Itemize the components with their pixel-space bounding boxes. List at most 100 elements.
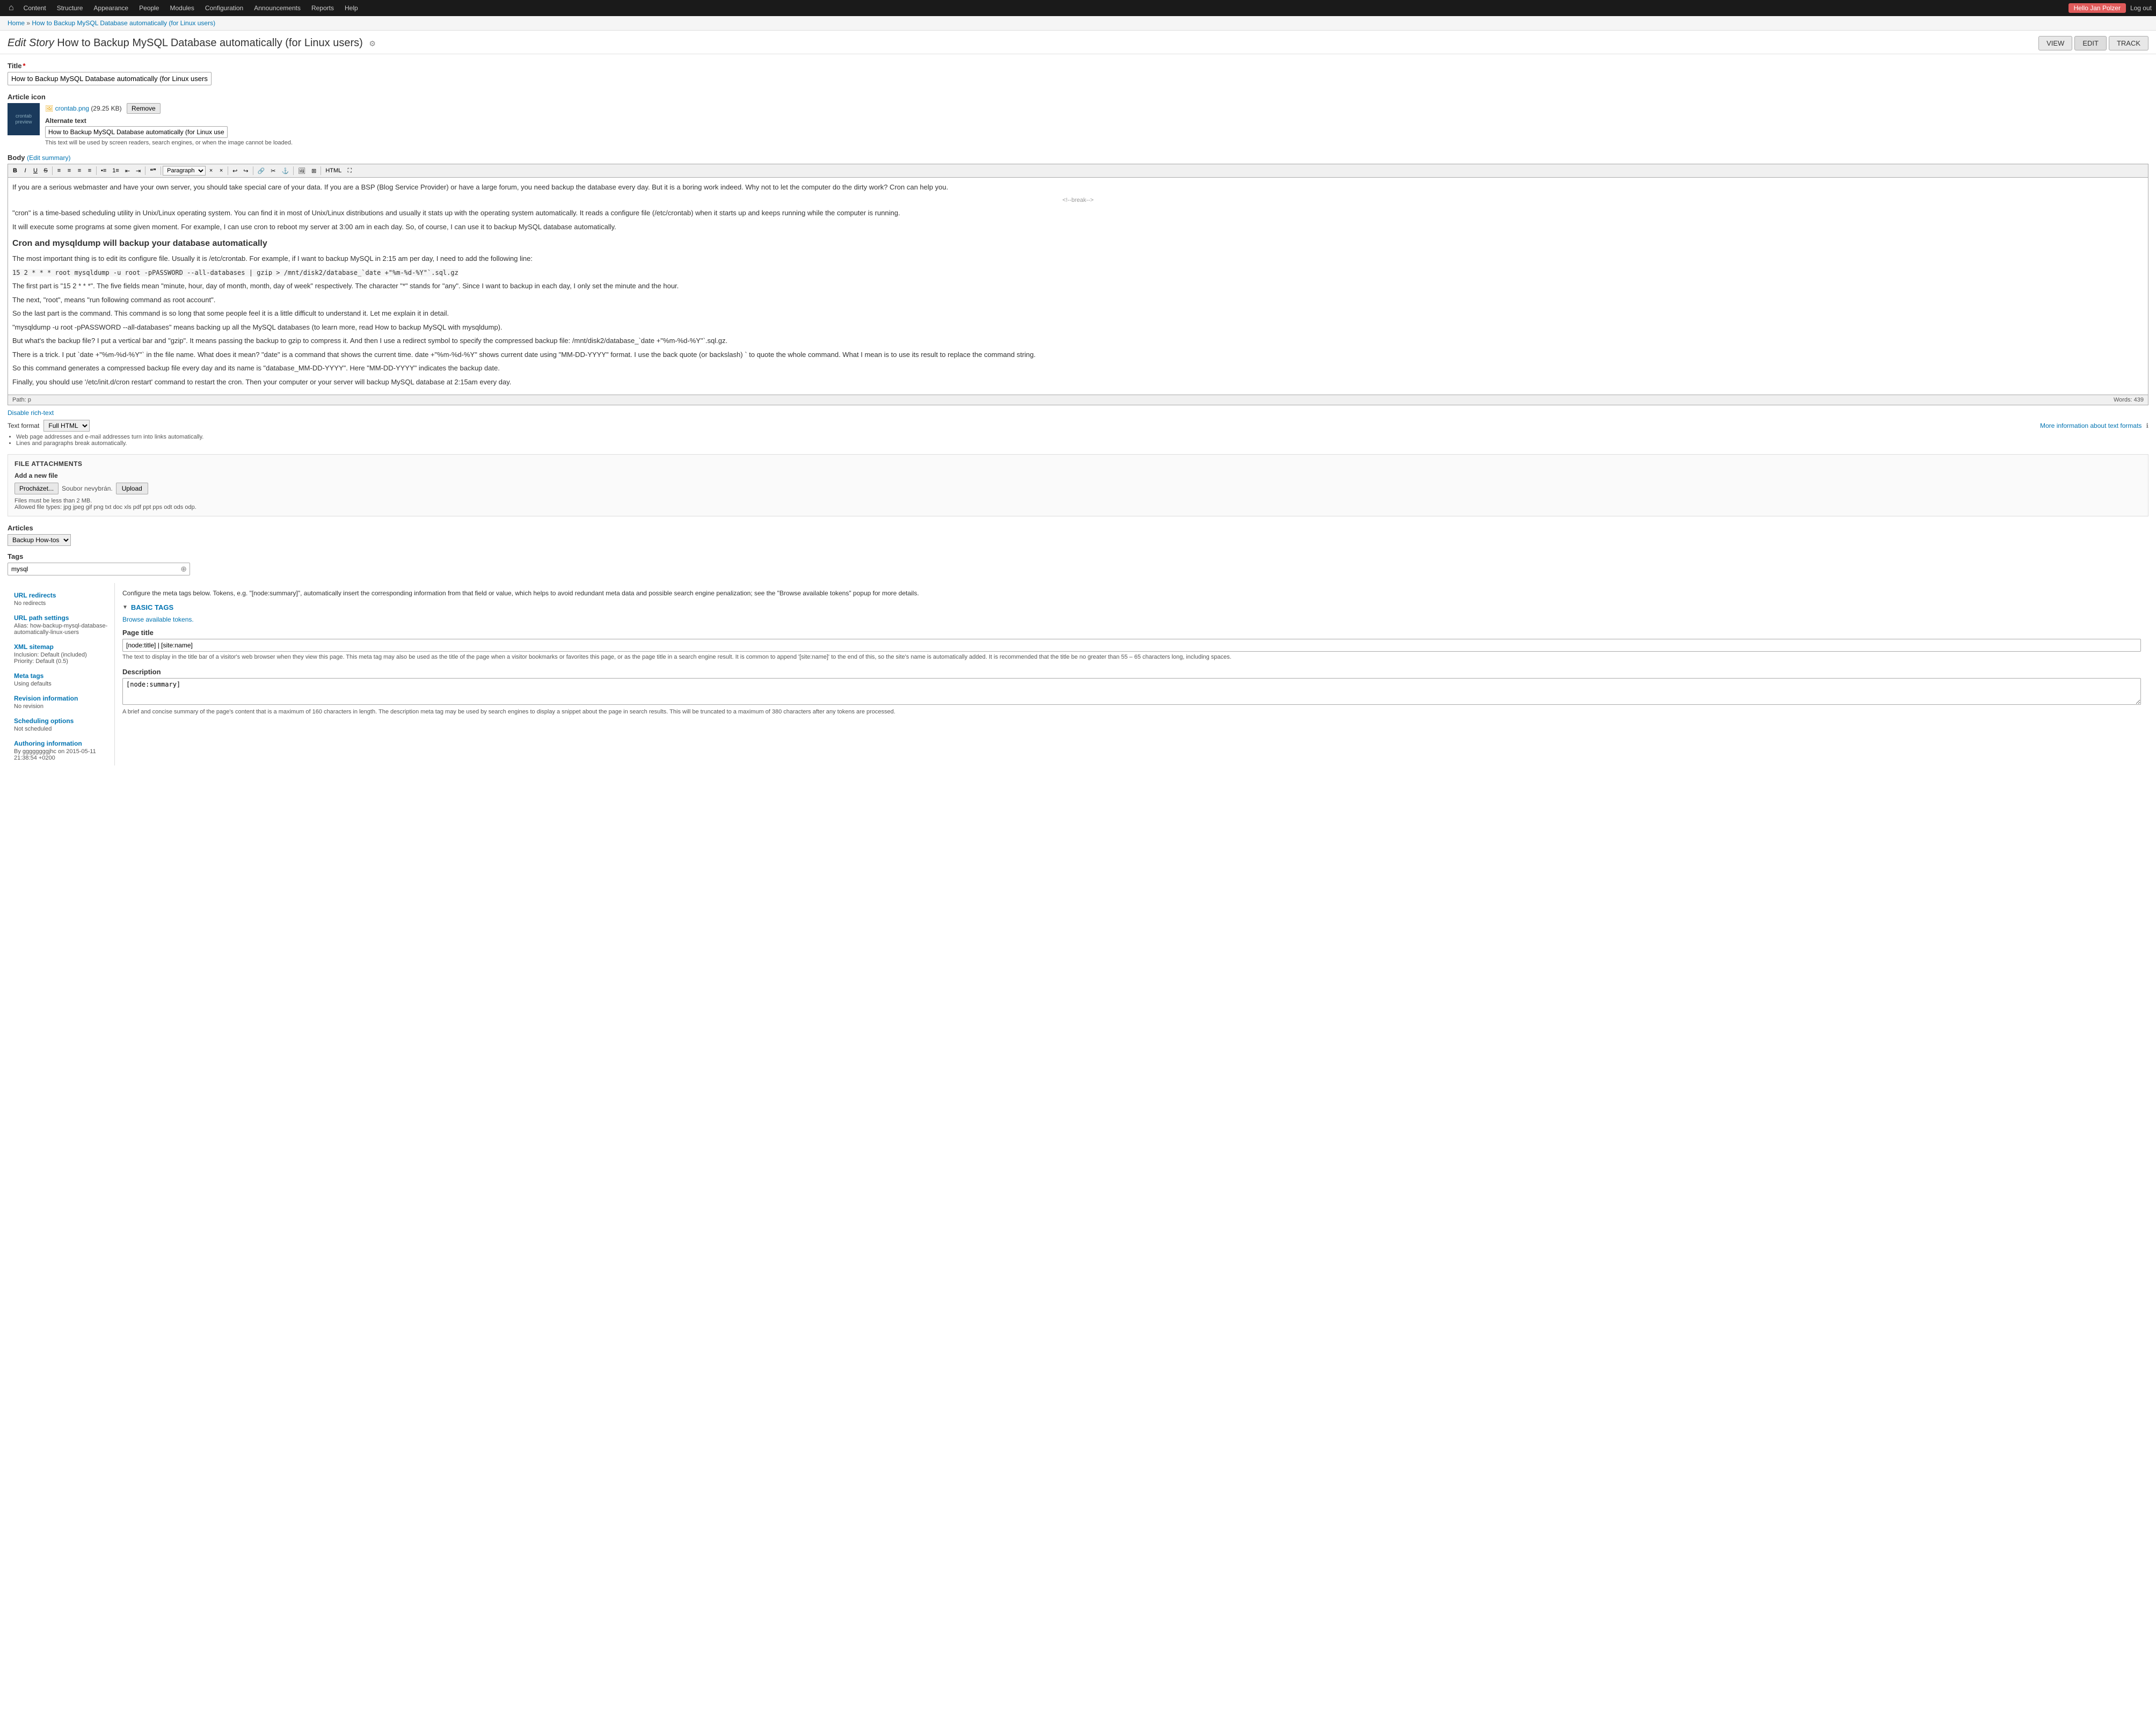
ol-btn[interactable]: 1≡ [110, 166, 122, 175]
browse-tokens-link[interactable]: Browse available tokens. [122, 616, 2141, 623]
image-btn[interactable]: 🖼 [295, 166, 308, 176]
format-hints: Web page addresses and e-mail addresses … [8, 434, 2148, 447]
home-nav-icon[interactable]: ⌂ [4, 3, 18, 13]
align-left-btn[interactable]: ≡ [54, 166, 64, 175]
icon-info: 🖼 crontab.png (29.25 KB) Remove Alternat… [45, 103, 293, 146]
underline-btn[interactable]: U [31, 166, 40, 175]
close-x2-btn[interactable]: × [216, 166, 226, 175]
breadcrumb: Home » How to Backup MySQL Database auto… [0, 16, 2156, 31]
nav-item-people[interactable]: People [134, 0, 164, 16]
tags-input[interactable] [8, 563, 190, 575]
url-path-settings-link[interactable]: URL path settings [14, 614, 108, 622]
view-button[interactable]: VIEW [2038, 36, 2072, 50]
editor-footer: Path: p Words: 439 [8, 395, 2148, 405]
page-title: Edit Story How to Backup MySQL Database … [8, 37, 376, 49]
anchor-btn[interactable]: ⚓ [279, 166, 292, 176]
basic-tags-toggle[interactable]: ▼ BASIC TAGS [122, 603, 2141, 611]
scheduling-options-link[interactable]: Scheduling options [14, 717, 108, 725]
breadcrumb-home[interactable]: Home [8, 19, 25, 27]
sidebar-scheduling-options: Scheduling options Not scheduled [8, 714, 114, 735]
authoring-information-link[interactable]: Authoring information [14, 740, 108, 747]
icon-preview: crontabpreview [8, 103, 40, 135]
nav-item-announcements[interactable]: Announcements [249, 0, 306, 16]
remove-icon-button[interactable]: Remove [127, 103, 161, 114]
text-format-select[interactable]: Full HTML [43, 420, 90, 432]
config-icon[interactable]: ⚙ [369, 39, 376, 48]
edit-button[interactable]: EDIT [2074, 36, 2107, 50]
source-btn[interactable]: HTML [323, 166, 344, 175]
align-right-btn[interactable]: ≡ [75, 166, 84, 175]
required-star: * [23, 62, 26, 70]
disable-richtext-link[interactable]: Disable rich-text [8, 409, 54, 417]
ul-btn[interactable]: •≡ [98, 166, 109, 175]
align-center-btn[interactable]: ≡ [64, 166, 74, 175]
more-info-link[interactable]: More information about text formats [2040, 422, 2142, 429]
description-meta-textarea[interactable]: [node:summary] [122, 678, 2141, 705]
alt-text-input[interactable] [45, 126, 228, 138]
unlink-btn[interactable]: ✂ [268, 166, 278, 176]
title-field-group: Title* [8, 62, 2148, 85]
page-title-meta-label: Page title [122, 629, 2141, 637]
bottom-area: URL redirects No redirects URL path sett… [8, 583, 2148, 766]
sidebar-meta-tags: Meta tags Using defaults [8, 669, 114, 690]
article-icon-area: crontabpreview 🖼 crontab.png (29.25 KB) … [8, 103, 2148, 146]
upload-button[interactable]: Upload [116, 483, 148, 494]
blockquote-btn[interactable]: ❝❞ [147, 166, 159, 176]
nav-item-help[interactable]: Help [339, 0, 363, 16]
sidebar-url-redirects: URL redirects No redirects [8, 588, 114, 610]
logout-link[interactable]: Log out [2130, 4, 2152, 12]
page-title-meta-hint: The text to display in the title bar of … [122, 653, 2141, 661]
strikethrough-btn[interactable]: S [41, 166, 50, 175]
triangle-icon: ▼ [122, 604, 128, 610]
outdent-btn[interactable]: ⇤ [122, 166, 133, 176]
sidebar-url-path-settings: URL path settings Alias: how-backup-mysq… [8, 611, 114, 639]
indent-btn[interactable]: ⇥ [133, 166, 143, 176]
link-btn[interactable]: 🔗 [255, 166, 268, 176]
nav-item-appearance[interactable]: Appearance [88, 0, 134, 16]
body-para-2: "cron" is a time-based scheduling utilit… [12, 208, 2144, 218]
editor-body[interactable]: If you are a serious webmaster and have … [8, 177, 2148, 395]
close-x-btn[interactable]: × [206, 166, 216, 175]
nav-item-reports[interactable]: Reports [306, 0, 339, 16]
nav-item-modules[interactable]: Modules [164, 0, 199, 16]
articles-section: Articles Backup How-tos [8, 524, 2148, 546]
italic-btn[interactable]: I [20, 166, 30, 175]
file-type-hint: Allowed file types: jpg jpeg gif png txt… [14, 504, 2142, 511]
xml-sitemap-value: Inclusion: Default (included) Priority: … [14, 652, 108, 665]
body-para-3: It will execute some programs at some gi… [12, 222, 2144, 232]
paragraph-format-select[interactable]: Paragraph [163, 166, 206, 176]
browse-button[interactable]: Procházet... [14, 483, 59, 494]
body-heading: Cron and mysqldump will backup your data… [12, 237, 2144, 250]
title-input[interactable] [8, 72, 212, 85]
table-btn[interactable]: ⊞ [309, 166, 319, 176]
file-attachments-section: FILE ATTACHMENTS Add a new file Procháze… [8, 454, 2148, 516]
page-header: Edit Story How to Backup MySQL Database … [0, 31, 2156, 54]
url-redirects-link[interactable]: URL redirects [14, 592, 108, 599]
articles-select[interactable]: Backup How-tos [8, 534, 71, 546]
page-title-meta-input[interactable] [122, 639, 2141, 652]
file-attachments-title: FILE ATTACHMENTS [14, 460, 2142, 468]
redo-btn[interactable]: ↪ [241, 166, 251, 176]
article-icon-group: Article icon crontabpreview 🖼 crontab.pn… [8, 93, 2148, 146]
nav-right: Hello Jan Polzer Log out [2068, 3, 2152, 13]
nav-item-configuration[interactable]: Configuration [200, 0, 249, 16]
bold-btn[interactable]: B [10, 166, 20, 175]
top-navigation: ⌂ Content Structure Appearance People Mo… [0, 0, 2156, 16]
alt-text-label: Alternate text [45, 117, 293, 125]
fullscreen-btn[interactable]: ⛶ [345, 166, 354, 176]
track-button[interactable]: TRACK [2109, 36, 2148, 50]
xml-sitemap-link[interactable]: XML sitemap [14, 643, 108, 651]
meta-tags-value: Using defaults [14, 681, 108, 687]
undo-btn[interactable]: ↩ [230, 166, 240, 176]
meta-tags-link[interactable]: Meta tags [14, 672, 108, 680]
file-hints: Files must be less than 2 MB. Allowed fi… [14, 498, 2142, 511]
nav-item-content[interactable]: Content [18, 0, 52, 16]
body-para-8: "mysqldump -u root -pPASSWORD --all-data… [12, 322, 2144, 333]
align-justify-btn[interactable]: ≡ [85, 166, 94, 175]
breadcrumb-page[interactable]: How to Backup MySQL Database automatical… [32, 19, 215, 27]
nav-item-structure[interactable]: Structure [52, 0, 89, 16]
user-badge[interactable]: Hello Jan Polzer [2068, 3, 2126, 13]
body-para-12: Finally, you should use '/etc/init.d/cro… [12, 377, 2144, 388]
edit-summary-link[interactable]: (Edit summary) [27, 154, 70, 162]
revision-information-link[interactable]: Revision information [14, 695, 108, 702]
